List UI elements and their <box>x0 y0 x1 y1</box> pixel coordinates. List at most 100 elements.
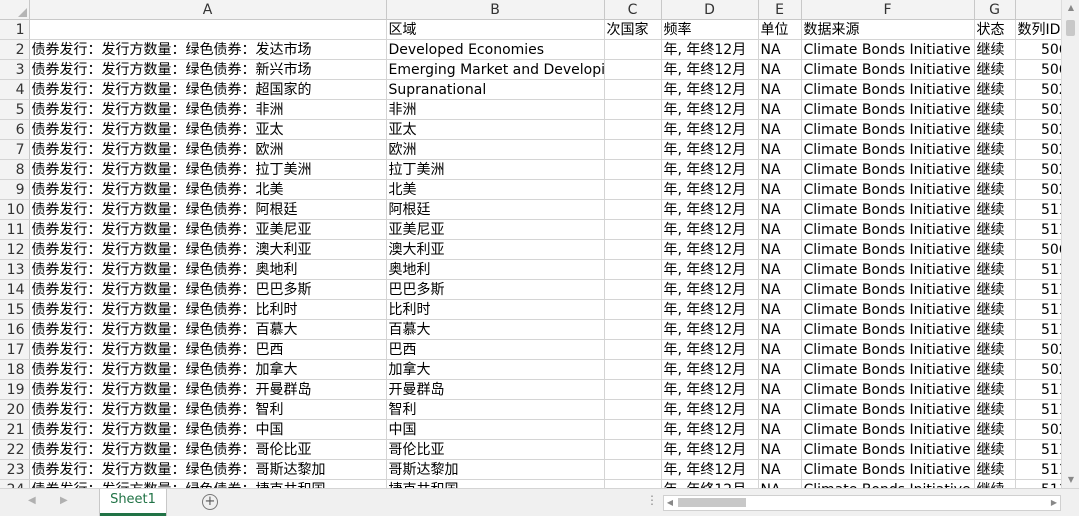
row-header[interactable]: 12 <box>0 239 30 260</box>
cell[interactable] <box>604 59 662 80</box>
vertical-scrollbar[interactable]: ▲ ▼ <box>1061 0 1079 488</box>
cell[interactable]: NA <box>758 139 802 160</box>
column-header-a[interactable]: A <box>29 0 387 20</box>
cell[interactable]: 债券发行：发行方数量：绿色债券：百慕大 <box>29 319 387 340</box>
row-header[interactable]: 24 <box>0 479 30 488</box>
cell[interactable]: Climate Bonds Initiative <box>801 419 975 440</box>
cell[interactable]: 50257 <box>1015 159 1061 180</box>
row-header[interactable]: 19 <box>0 379 30 400</box>
cell[interactable]: 继续 <box>974 59 1016 80</box>
select-all-corner[interactable] <box>0 0 30 20</box>
cell[interactable]: 年, 年终12月 <box>661 199 759 220</box>
cell[interactable]: 50257 <box>1015 79 1061 100</box>
cell[interactable]: 51125 <box>1015 219 1061 240</box>
row-header[interactable]: 10 <box>0 199 30 220</box>
cell[interactable]: 50688 <box>1015 39 1061 60</box>
cell[interactable]: 继续 <box>974 199 1016 220</box>
spreadsheet-grid[interactable]: A B C D E F G H 1 区域 次国家 频率 单位 数据来源 状态 数… <box>0 0 1061 488</box>
more-options-icon[interactable]: ⋮ <box>646 493 658 507</box>
cell[interactable] <box>604 359 662 380</box>
cell[interactable] <box>29 19 387 40</box>
cell[interactable]: Climate Bonds Initiative <box>801 219 975 240</box>
cell[interactable]: 巴西 <box>386 339 605 360</box>
column-header-d[interactable]: D <box>661 0 759 20</box>
cell[interactable]: 中国 <box>386 419 605 440</box>
cell[interactable]: 比利时 <box>386 299 605 320</box>
horizontal-scrollbar[interactable]: ◀ ▶ <box>663 495 1061 511</box>
cell[interactable]: 债券发行：发行方数量：绿色债券：巴西 <box>29 339 387 360</box>
cell[interactable]: 开曼群岛 <box>386 379 605 400</box>
cell[interactable]: 51125 <box>1015 379 1061 400</box>
row-header[interactable]: 22 <box>0 439 30 460</box>
cell[interactable]: NA <box>758 339 802 360</box>
cell[interactable]: 百慕大 <box>386 319 605 340</box>
row-header[interactable]: 21 <box>0 419 30 440</box>
cell[interactable]: Emerging Market and Developing Economies <box>386 59 605 80</box>
cell[interactable]: 继续 <box>974 319 1016 340</box>
cell[interactable]: Climate Bonds Initiative <box>801 179 975 200</box>
cell[interactable]: 债券发行：发行方数量：绿色债券：巴巴多斯 <box>29 279 387 300</box>
cell[interactable]: NA <box>758 399 802 420</box>
row-header[interactable]: 11 <box>0 219 30 240</box>
cell[interactable]: 数据来源 <box>801 19 975 40</box>
cell[interactable] <box>604 459 662 480</box>
cell[interactable]: 非洲 <box>386 99 605 120</box>
cell[interactable]: 债券发行：发行方数量：绿色债券：亚太 <box>29 119 387 140</box>
cell[interactable]: Climate Bonds Initiative <box>801 319 975 340</box>
scroll-left-icon[interactable]: ◀ <box>664 496 676 510</box>
cell[interactable] <box>604 219 662 240</box>
cell[interactable]: 债券发行：发行方数量：绿色债券：发达市场 <box>29 39 387 60</box>
cell[interactable]: 50257 <box>1015 139 1061 160</box>
cell[interactable]: Climate Bonds Initiative <box>801 159 975 180</box>
cell[interactable]: Climate Bonds Initiative <box>801 279 975 300</box>
cell[interactable]: 加拿大 <box>386 359 605 380</box>
cell[interactable]: 债券发行：发行方数量：绿色债券：哥斯达黎加 <box>29 459 387 480</box>
cell[interactable]: 频率 <box>661 19 759 40</box>
row-header[interactable]: 4 <box>0 79 30 100</box>
cell[interactable]: 年, 年终12月 <box>661 79 759 100</box>
vertical-scroll-thumb[interactable] <box>1066 20 1075 36</box>
cell[interactable]: 继续 <box>974 279 1016 300</box>
row-header[interactable]: 1 <box>0 19 30 40</box>
cell[interactable] <box>604 159 662 180</box>
column-header-c[interactable]: C <box>604 0 662 20</box>
cell[interactable]: 债券发行：发行方数量：绿色债券：中国 <box>29 419 387 440</box>
cell[interactable]: 年, 年终12月 <box>661 319 759 340</box>
cell[interactable]: 年, 年终12月 <box>661 259 759 280</box>
cell[interactable]: 债券发行：发行方数量：绿色债券：欧洲 <box>29 139 387 160</box>
cell[interactable]: 亚太 <box>386 119 605 140</box>
cell[interactable]: NA <box>758 439 802 460</box>
row-header[interactable]: 15 <box>0 299 30 320</box>
cell[interactable] <box>604 419 662 440</box>
cell[interactable]: Climate Bonds Initiative <box>801 239 975 260</box>
cell[interactable] <box>604 179 662 200</box>
cell[interactable]: NA <box>758 39 802 60</box>
cell[interactable]: 债券发行：发行方数量：绿色债券：加拿大 <box>29 359 387 380</box>
cell[interactable]: 50257 <box>1015 99 1061 120</box>
cell[interactable]: NA <box>758 239 802 260</box>
cell[interactable]: 继续 <box>974 419 1016 440</box>
cell[interactable]: 继续 <box>974 159 1016 180</box>
cell[interactable]: 继续 <box>974 99 1016 120</box>
cell[interactable]: Climate Bonds Initiative <box>801 119 975 140</box>
row-header[interactable]: 16 <box>0 319 30 340</box>
cell[interactable]: NA <box>758 119 802 140</box>
cell[interactable]: 继续 <box>974 259 1016 280</box>
cell[interactable]: 捷克共和国 <box>386 479 605 488</box>
cell[interactable]: 债券发行：发行方数量：绿色债券：开曼群岛 <box>29 379 387 400</box>
cell[interactable]: NA <box>758 199 802 220</box>
cell[interactable]: NA <box>758 479 802 488</box>
cell[interactable] <box>604 399 662 420</box>
cell[interactable]: Developed Economies <box>386 39 605 60</box>
cell[interactable]: 哥斯达黎加 <box>386 459 605 480</box>
cell[interactable]: Climate Bonds Initiative <box>801 259 975 280</box>
cell[interactable]: 继续 <box>974 399 1016 420</box>
cell[interactable]: 继续 <box>974 479 1016 488</box>
cell[interactable]: 继续 <box>974 239 1016 260</box>
cell[interactable]: 哥伦比亚 <box>386 439 605 460</box>
cell[interactable]: 年, 年终12月 <box>661 419 759 440</box>
cell[interactable]: 51125 <box>1015 279 1061 300</box>
prev-sheet-icon[interactable]: ◀ <box>28 495 36 506</box>
cell[interactable]: 债券发行：发行方数量：绿色债券：亚美尼亚 <box>29 219 387 240</box>
cell[interactable]: 51125 <box>1015 319 1061 340</box>
